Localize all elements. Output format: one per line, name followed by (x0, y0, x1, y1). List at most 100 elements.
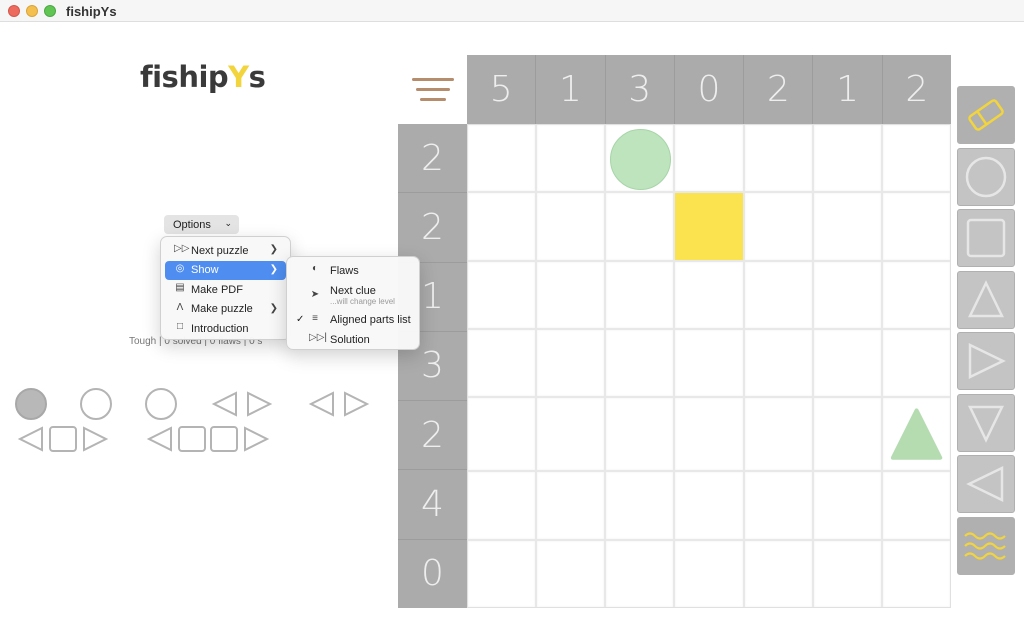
hamburger-menu-icon[interactable] (412, 78, 454, 108)
grid-cell[interactable] (606, 125, 674, 192)
chevron-right-icon: ❯ (269, 302, 278, 314)
submenu-item-solution[interactable]: ▷▷| Solution (291, 330, 415, 350)
grid-cell[interactable] (606, 261, 674, 328)
grid-cell[interactable] (675, 193, 743, 260)
part-square (178, 426, 206, 452)
grid-cell[interactable] (675, 398, 743, 471)
grid-cell[interactable] (468, 261, 536, 328)
grid-cell[interactable] (537, 472, 605, 539)
grid-cell[interactable] (882, 125, 950, 192)
submenu-item-label: Flaws (330, 264, 359, 277)
triangle-right-icon (968, 343, 1006, 379)
grid-cell[interactable] (813, 125, 881, 192)
grid-cell[interactable] (537, 329, 605, 397)
grid-cell[interactable] (468, 398, 536, 471)
options-button[interactable]: Options ⌄ (164, 215, 239, 234)
row-clue: 4 (398, 469, 467, 538)
eye-icon: ◎ (175, 262, 185, 274)
submenu-item-label: Next clue (330, 285, 376, 297)
column-clue: 1 (535, 55, 604, 124)
grid-cell[interactable] (813, 540, 881, 607)
grid-cell[interactable] (675, 261, 743, 328)
checkmark-icon: ✓ (296, 313, 305, 325)
chevron-down-icon: ⌄ (224, 218, 232, 228)
tool-palette (957, 86, 1015, 578)
grid-cell[interactable] (537, 540, 605, 607)
grid-cell[interactable] (468, 125, 536, 192)
document-icon: ▤ (175, 282, 185, 293)
grid-cell[interactable] (813, 261, 881, 328)
part-triangle-left (17, 426, 43, 452)
grid-cell[interactable] (744, 261, 812, 328)
part-triangle-right (344, 391, 370, 417)
show-submenu: ◐ Flaws ➤ Next clue ...will change level… (286, 256, 420, 350)
grid-cell[interactable] (537, 261, 605, 328)
grid-cell[interactable] (813, 193, 881, 260)
grid-cell[interactable] (537, 125, 605, 192)
grid-cell[interactable] (675, 125, 743, 192)
grid-cell[interactable] (882, 261, 950, 328)
triangle-down-tool[interactable] (957, 393, 1015, 452)
grid-cell[interactable] (882, 398, 950, 471)
compass-icon: Λ (176, 301, 184, 313)
close-window-button[interactable] (8, 5, 20, 17)
submenu-item-aligned-parts-list[interactable]: ✓ ≡ Aligned parts list (291, 311, 415, 331)
submenu-item-flaws[interactable]: ◐ Flaws (291, 261, 415, 281)
water-tool[interactable] (957, 516, 1015, 575)
grid-cell[interactable] (468, 193, 536, 260)
grid-cell[interactable] (813, 329, 881, 397)
grid-cell[interactable] (468, 329, 536, 397)
grid-cell[interactable] (675, 472, 743, 539)
chevron-right-icon: ❯ (269, 263, 278, 275)
zoom-window-button[interactable] (44, 5, 56, 17)
column-clue: 3 (604, 55, 674, 124)
triangle-up-tool[interactable] (957, 270, 1015, 329)
grid-cell[interactable] (675, 329, 743, 397)
grid-cell[interactable] (744, 472, 812, 539)
grid-cell[interactable] (744, 125, 812, 192)
submenu-item-sublabel: ...will change level (330, 297, 395, 306)
grid-cell[interactable] (468, 540, 536, 607)
triangle-piece (890, 408, 943, 460)
grid-cell[interactable] (675, 540, 743, 607)
part-square (210, 426, 238, 452)
part-triangle-left (308, 391, 334, 417)
grid-cell[interactable] (537, 193, 605, 260)
grid-cell[interactable] (606, 193, 674, 260)
app-logo: fishipYs (140, 60, 266, 94)
menu-item-next-puzzle[interactable]: ▷▷ Next puzzle ❯ (165, 241, 286, 261)
grid-cell[interactable] (882, 329, 950, 397)
circle-tool[interactable] (957, 147, 1015, 206)
triangle-left-tool[interactable] (957, 455, 1015, 513)
square-tool[interactable] (957, 209, 1015, 267)
grid-cell[interactable] (744, 398, 812, 471)
grid-cell[interactable] (813, 398, 881, 471)
triangle-right-tool[interactable] (957, 332, 1015, 390)
grid-cell[interactable] (606, 540, 674, 607)
eraser-tool[interactable] (957, 86, 1015, 144)
part-triangle-left (146, 426, 172, 452)
grid-cell[interactable] (606, 398, 674, 471)
grid-cell[interactable] (813, 472, 881, 539)
menu-item-make-puzzle[interactable]: Λ Make puzzle ❯ (165, 300, 286, 320)
menu-item-label: Introduction (191, 322, 249, 335)
menu-item-show[interactable]: ◎ Show ❯ (165, 260, 286, 280)
grid-cell[interactable] (882, 193, 950, 260)
menu-item-make-pdf[interactable]: ▤ Make PDF (165, 280, 286, 300)
grid-cell[interactable] (606, 329, 674, 397)
column-clues: 5 1 3 0 2 1 2 (467, 55, 951, 124)
part-circle (145, 388, 177, 420)
menu-item-introduction[interactable]: □ Introduction (165, 319, 286, 339)
grid-cell[interactable] (882, 472, 950, 539)
grid-cell[interactable] (744, 329, 812, 397)
menu-item-label: Make PDF (191, 283, 243, 296)
grid-cell[interactable] (744, 193, 812, 260)
grid-cell[interactable] (537, 398, 605, 471)
minimize-window-button[interactable] (26, 5, 38, 17)
grid-cell[interactable] (468, 472, 536, 539)
part-triangle-right (83, 426, 109, 452)
grid-cell[interactable] (744, 540, 812, 607)
grid-cell[interactable] (606, 472, 674, 539)
submenu-item-next-clue[interactable]: ➤ Next clue ...will change level (291, 281, 415, 311)
grid-cell[interactable] (882, 540, 950, 607)
